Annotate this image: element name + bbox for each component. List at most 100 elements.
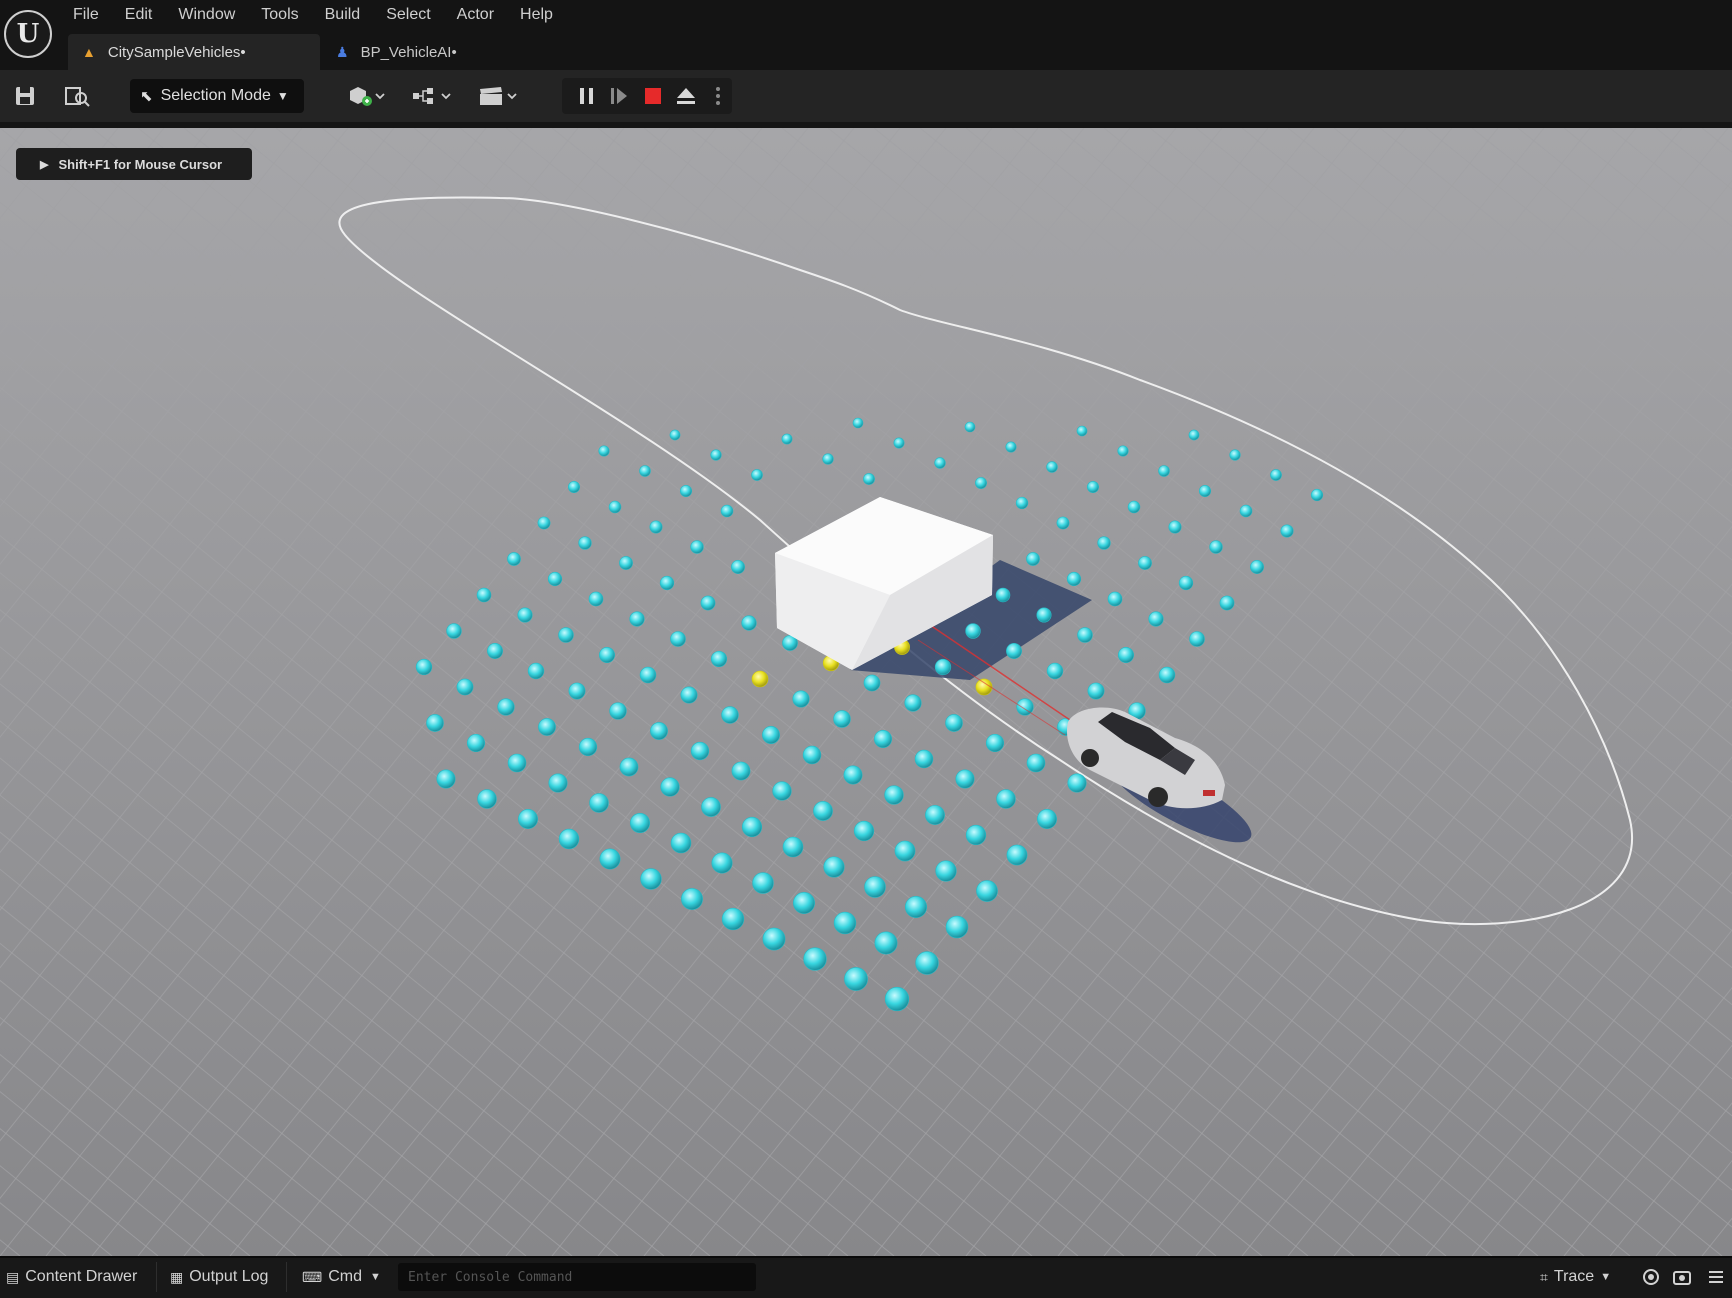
sphere [588, 591, 604, 607]
sphere [1066, 571, 1082, 587]
sphere [863, 674, 881, 692]
trace-dropdown[interactable]: ⌗ Trace ▼ [1540, 1264, 1611, 1290]
menu-window[interactable]: Window [165, 0, 248, 30]
sphere [446, 623, 462, 639]
sphere [893, 437, 905, 449]
sphere [710, 449, 722, 461]
sphere [1006, 844, 1028, 866]
menu-actor[interactable]: Actor [444, 0, 507, 30]
sphere [1107, 591, 1123, 607]
add-actor-icon[interactable] [344, 80, 390, 112]
sphere [904, 694, 922, 712]
sphere [578, 737, 598, 757]
sphere [874, 931, 898, 955]
console-command-input[interactable]: Enter Console Command [398, 1263, 756, 1291]
sphere [792, 690, 810, 708]
chevron-down-icon: ▼ [276, 89, 289, 103]
sphere [934, 658, 952, 676]
menu-select[interactable]: Select [373, 0, 443, 30]
sphere [609, 702, 627, 720]
sphere [976, 880, 998, 902]
sphere [1158, 666, 1176, 684]
stop-icon[interactable] [638, 80, 668, 112]
sphere [1067, 773, 1087, 793]
sphere [1219, 595, 1235, 611]
sphere [558, 828, 580, 850]
cursor-arrow-icon: ▶ [40, 158, 49, 171]
sphere [711, 852, 733, 874]
content-drawer-icon: ▤ [6, 1268, 20, 1285]
sphere [965, 623, 981, 639]
menu-file[interactable]: File [60, 0, 112, 30]
sphere [1280, 524, 1294, 538]
pause-icon[interactable] [572, 80, 602, 112]
sphere [884, 785, 904, 805]
sphere [1036, 607, 1052, 623]
eject-icon[interactable] [671, 80, 701, 112]
unreal-logo-icon[interactable]: U [4, 10, 52, 58]
sphere [741, 816, 763, 838]
output-log-button[interactable]: ▦ Output Log [170, 1264, 268, 1290]
sphere [690, 741, 710, 761]
sphere [518, 809, 538, 829]
sphere [589, 793, 609, 813]
content-drawer-button[interactable]: ▤ Content Drawer [6, 1264, 137, 1290]
sphere [863, 473, 875, 485]
blueprint-flow-icon[interactable] [410, 80, 456, 112]
trace-icon: ⌗ [1540, 1268, 1548, 1285]
menu-build[interactable]: Build [312, 0, 374, 30]
more-icon[interactable] [710, 80, 726, 112]
step-icon[interactable] [604, 80, 634, 112]
tab-bp-vehicle-ai[interactable]: ♟ BP_VehicleAI• [322, 34, 522, 70]
menu-help[interactable]: Help [507, 0, 566, 30]
sphere [639, 666, 657, 684]
divider [156, 1262, 157, 1292]
sphere [762, 927, 786, 951]
sphere [568, 481, 580, 493]
chevron-down-icon: ▼ [370, 1271, 381, 1283]
selection-mode-dropdown[interactable]: ⬉ Selection Mode ▼ [130, 79, 304, 113]
sphere [803, 947, 827, 971]
browse-icon[interactable] [60, 80, 94, 112]
cmd-dropdown[interactable]: ⌨ Cmd ▼ [302, 1264, 381, 1290]
sphere [802, 745, 822, 765]
sphere [1250, 560, 1264, 574]
sphere [914, 749, 934, 769]
cursor-icon: ⬉ [140, 88, 153, 105]
sphere [517, 607, 533, 623]
sphere [1158, 465, 1170, 477]
sphere [1046, 461, 1058, 473]
sphere [476, 587, 492, 603]
menu-edit[interactable]: Edit [112, 0, 166, 30]
sphere [1056, 516, 1070, 530]
sphere [904, 895, 928, 919]
sphere [659, 575, 675, 591]
sphere [833, 710, 851, 728]
sphere [608, 500, 622, 514]
sphere [426, 714, 444, 732]
screenshot-icon[interactable] [1672, 1264, 1692, 1290]
main-menu: File Edit Window Tools Build Select Acto… [60, 0, 566, 30]
sphere [477, 789, 497, 809]
sphere [670, 832, 692, 854]
cinematics-icon[interactable] [476, 80, 522, 112]
sphere [1178, 575, 1194, 591]
sphere [1087, 682, 1105, 700]
sphere [965, 824, 987, 846]
menu-tools[interactable]: Tools [248, 0, 311, 30]
sphere [598, 445, 610, 457]
sphere [934, 457, 946, 469]
sphere [639, 465, 651, 477]
sphere [670, 631, 686, 647]
sphere [619, 556, 633, 570]
settings-icon[interactable] [1708, 1264, 1724, 1290]
sphere [1117, 445, 1129, 457]
level-viewport[interactable] [0, 128, 1732, 1256]
save-icon[interactable] [10, 80, 40, 112]
tab-city-sample-vehicles[interactable]: ▲ CitySampleVehicles• [68, 34, 320, 70]
cmd-label: Cmd [328, 1268, 362, 1285]
level-icon: ▲ [82, 44, 96, 60]
sphere [731, 560, 745, 574]
sphere [935, 860, 957, 882]
record-icon[interactable] [1642, 1264, 1660, 1290]
